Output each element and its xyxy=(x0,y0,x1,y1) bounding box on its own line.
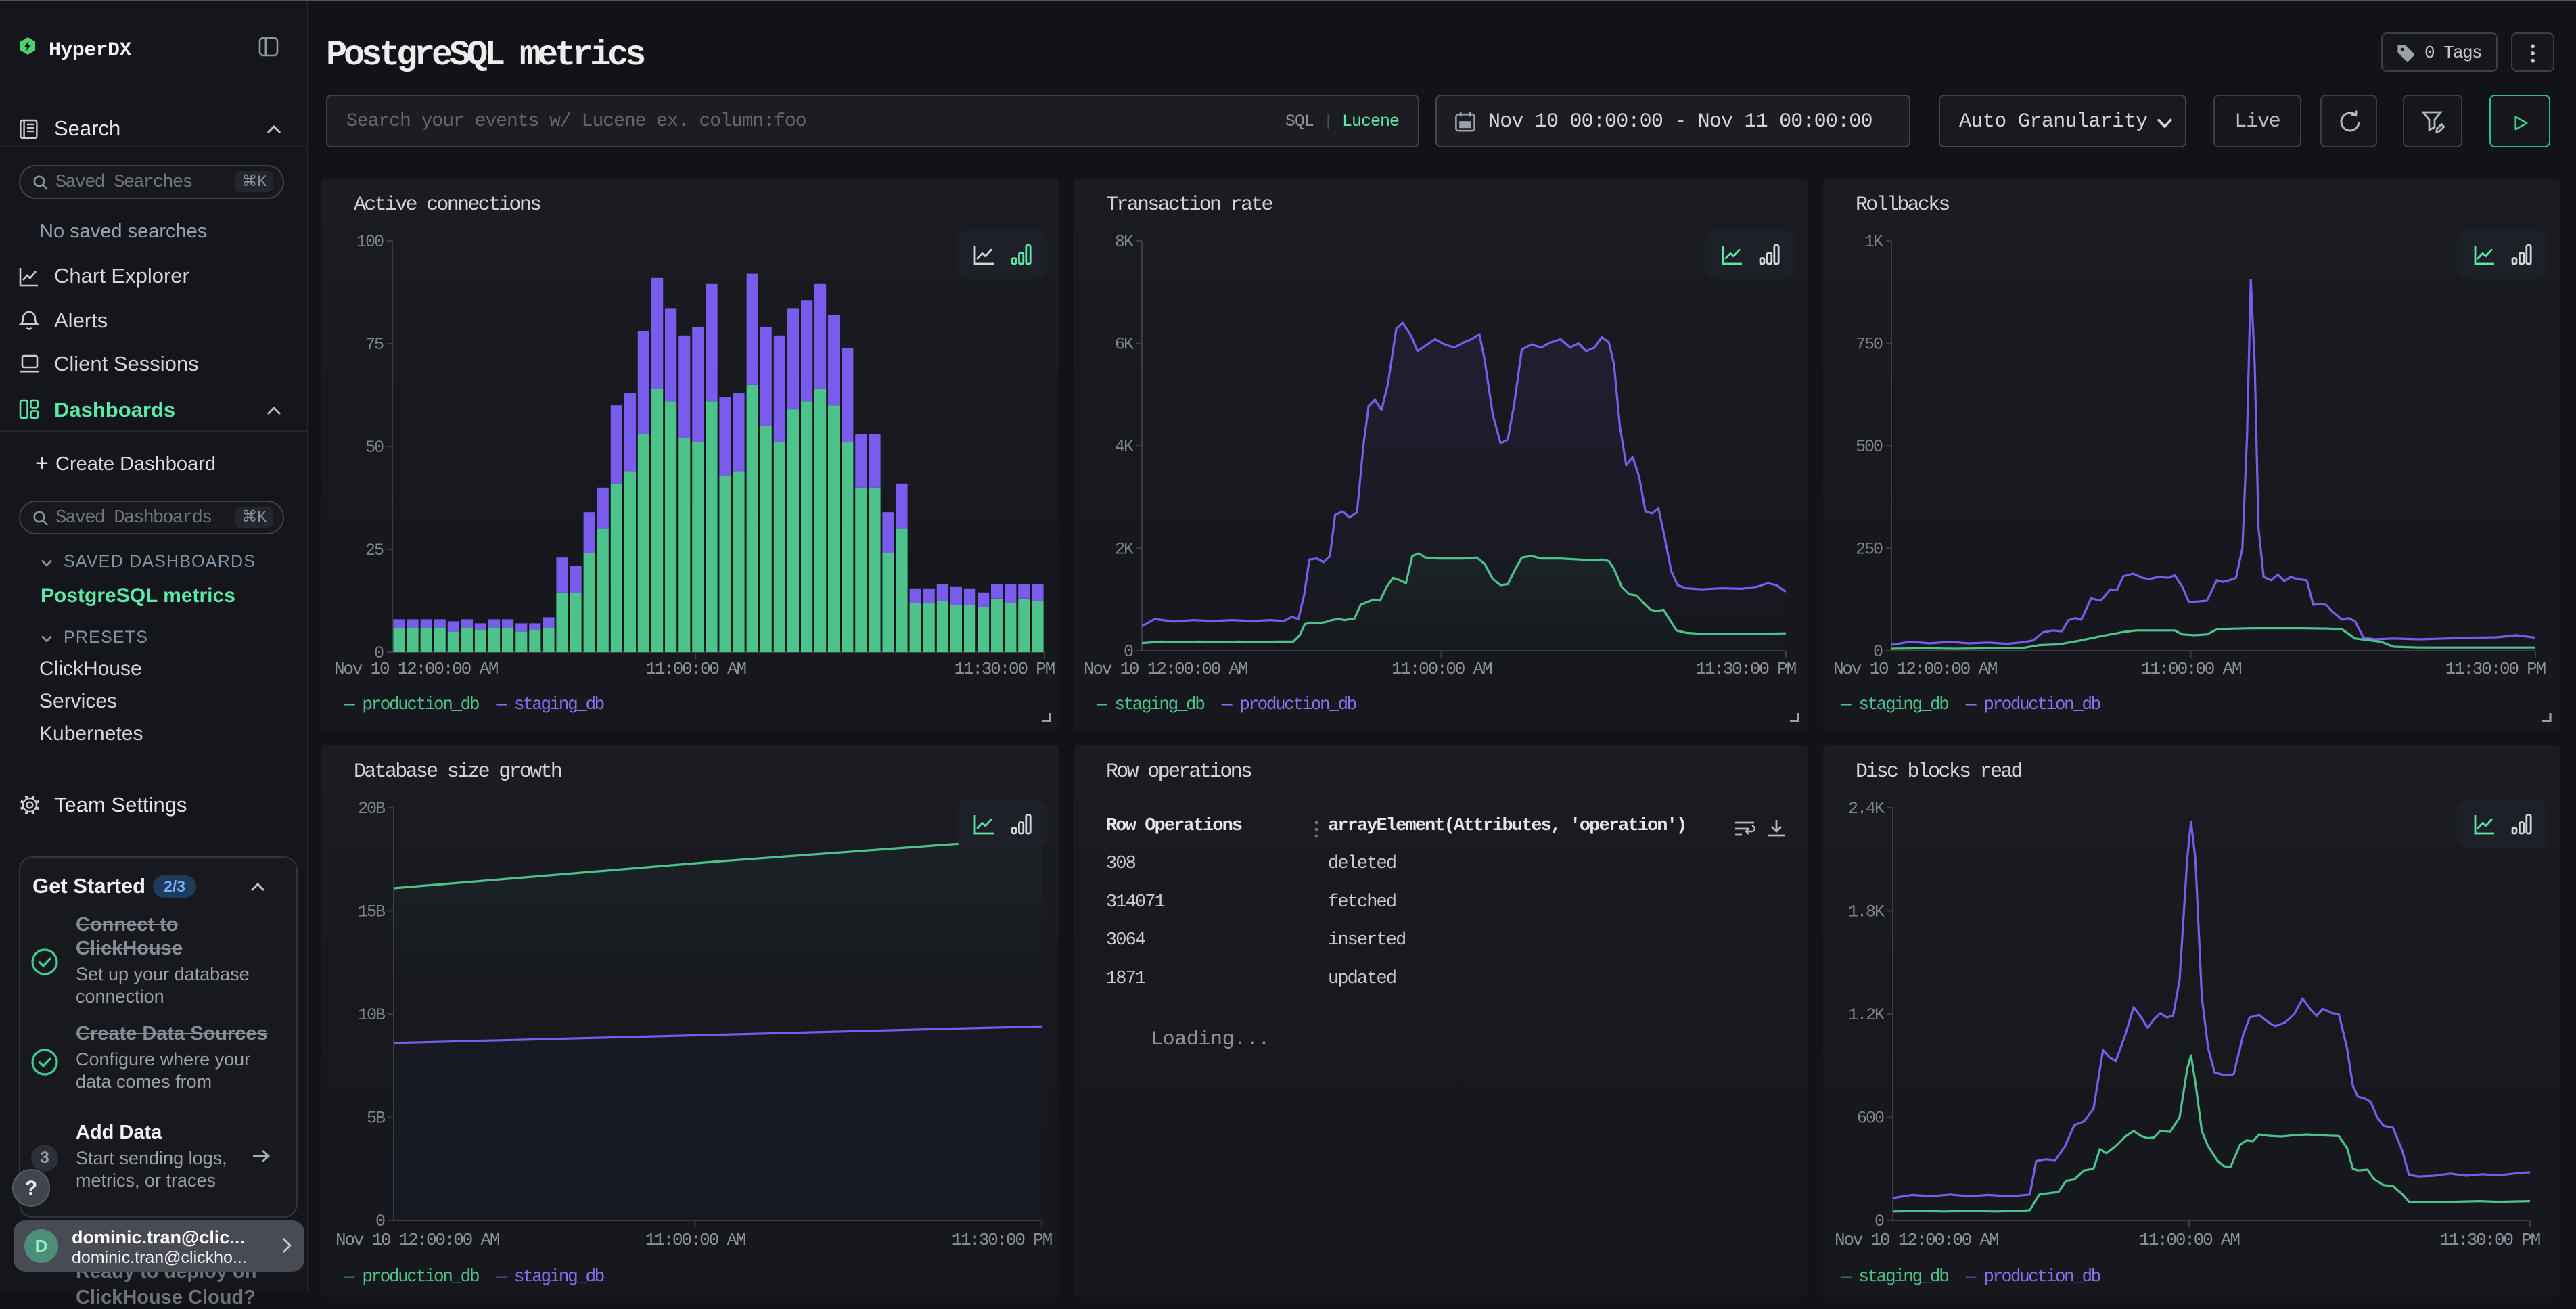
svg-text:5B: 5B xyxy=(367,1109,386,1128)
svg-text:10B: 10B xyxy=(358,1005,386,1025)
svg-text:50: 50 xyxy=(365,438,384,457)
svg-text:6K: 6K xyxy=(1115,335,1134,354)
svg-text:8K: 8K xyxy=(1115,232,1134,252)
svg-text:1.2K: 1.2K xyxy=(1848,1005,1885,1025)
svg-text:100: 100 xyxy=(356,232,384,252)
svg-text:2.4K: 2.4K xyxy=(1848,799,1885,819)
svg-text:15B: 15B xyxy=(358,902,386,921)
svg-text:600: 600 xyxy=(1857,1109,1884,1128)
svg-text:75: 75 xyxy=(365,335,384,354)
svg-text:500: 500 xyxy=(1856,437,1883,457)
svg-text:25: 25 xyxy=(365,541,384,560)
svg-text:4K: 4K xyxy=(1115,437,1134,457)
svg-text:2K: 2K xyxy=(1115,539,1134,559)
svg-text:0: 0 xyxy=(1874,1212,1884,1231)
svg-text:1K: 1K xyxy=(1864,232,1883,252)
svg-text:250: 250 xyxy=(1856,539,1883,559)
svg-text:20B: 20B xyxy=(358,799,386,819)
svg-text:750: 750 xyxy=(1856,335,1883,354)
svg-text:1.8K: 1.8K xyxy=(1848,902,1885,921)
svg-text:0: 0 xyxy=(375,1212,385,1231)
